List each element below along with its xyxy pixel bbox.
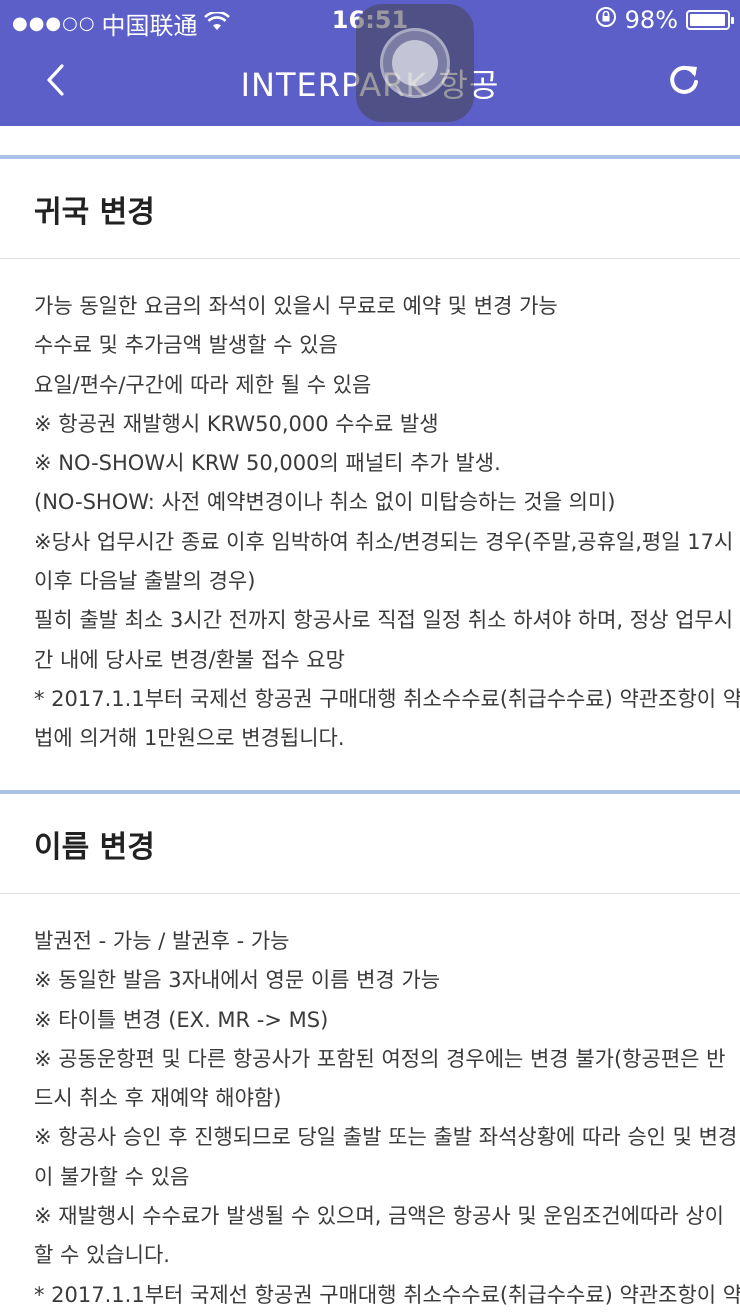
policy-line: ※ NO-SHOW시 KRW 50,000의 패널티 추가 발생. [34, 451, 501, 476]
policy-line: ※ 공동운항편 및 다른 항공사가 포함된 여정의 경우에는 변경 불가(항공편… [34, 1046, 726, 1071]
policy-line: 할 수 있습니다. [34, 1243, 170, 1268]
policy-line: ※ 항공권 재발행시 KRW50,000 수수료 발생 [34, 411, 439, 436]
policy-line: ※ 항공사 승인 후 진행되므로 당일 출발 또는 출발 좌석상황에 따라 승인… [34, 1125, 738, 1150]
policy-line: 수수료 및 추가금액 발생할 수 있음 [34, 333, 338, 358]
policy-line: 간 내에 당사로 변경/환불 접수 요망 [34, 647, 345, 672]
policy-line: 발권전 - 가능 / 발권후 - 가능 [34, 929, 290, 953]
battery-level [690, 14, 726, 26]
section-title: 이름 변경 [0, 794, 740, 894]
policy-line: ※ 동일한 발음 3자내에서 영문 이름 변경 가능 [34, 968, 441, 993]
policy-line: * 2017.1.1부터 국제선 항공권 구매대행 취소수수료(취급수수료) 약… [34, 686, 740, 711]
policy-line: 이 불가할 수 있음 [34, 1164, 190, 1189]
policy-line: 필히 출발 최소 3시간 전까지 항공사로 직접 일정 취소 하셔야 하며, 정… [34, 608, 734, 633]
policy-line: 요일/편수/구간에 따라 제한 될 수 있음 [34, 372, 372, 397]
battery-icon [686, 10, 734, 30]
refresh-button[interactable] [656, 54, 712, 110]
section-title: 귀국 변경 [0, 159, 740, 259]
policy-line: ※당사 업무시간 종료 이후 임박하여 취소/변경되는 경우(주말,공휴일,평일… [34, 529, 734, 554]
policy-line: 이후 다음날 출발의 경우) [34, 569, 256, 594]
refresh-icon [667, 63, 701, 101]
name-change-section: 이름 변경 발권전 - 가능 / 발권후 - 가능 ※ 동일한 발음 3자내에서… [0, 790, 740, 1315]
policy-line: * 2017.1.1부터 국제선 항공권 구매대행 취소수수료(취급수수료) 약… [34, 1282, 740, 1307]
assistive-touch-core [392, 40, 438, 86]
section-body: 가능 동일한 요금의 좌석이 있을시 무료로 예약 및 변경 가능 수수료 및 … [0, 259, 740, 759]
policy-line: 법에 의거해 1만원으로 변경됩니다. [34, 726, 345, 751]
battery-percent: 98% [624, 6, 678, 34]
rotation-lock-icon [595, 6, 617, 34]
app-header: ●●●○○ 中国联通 16:51 98% [0, 0, 740, 126]
return-change-section: 귀국 변경 가능 동일한 요금의 좌석이 있을시 무료로 예약 및 변경 가능 … [0, 155, 740, 759]
policy-line: 드시 취소 후 재예약 해야함) [34, 1086, 282, 1111]
policy-line: (NO-SHOW: 사전 예약변경이나 취소 없이 미탑승하는 것을 의미) [34, 490, 616, 515]
status-right: 98% [595, 6, 734, 34]
policy-line: 가능 동일한 요금의 좌석이 있을시 무료로 예약 및 변경 가능 [34, 294, 558, 318]
assistive-touch-button[interactable] [356, 4, 474, 122]
section-body: 발권전 - 가능 / 발권후 - 가능 ※ 동일한 발음 3자내에서 영문 이름… [0, 894, 740, 1315]
policy-line: ※ 타이틀 변경 (EX. MR -> MS) [34, 1007, 329, 1032]
policy-line: ※ 재발행시 수수료가 발생될 수 있으며, 금액은 항공사 및 운임조건에따라… [34, 1204, 724, 1229]
